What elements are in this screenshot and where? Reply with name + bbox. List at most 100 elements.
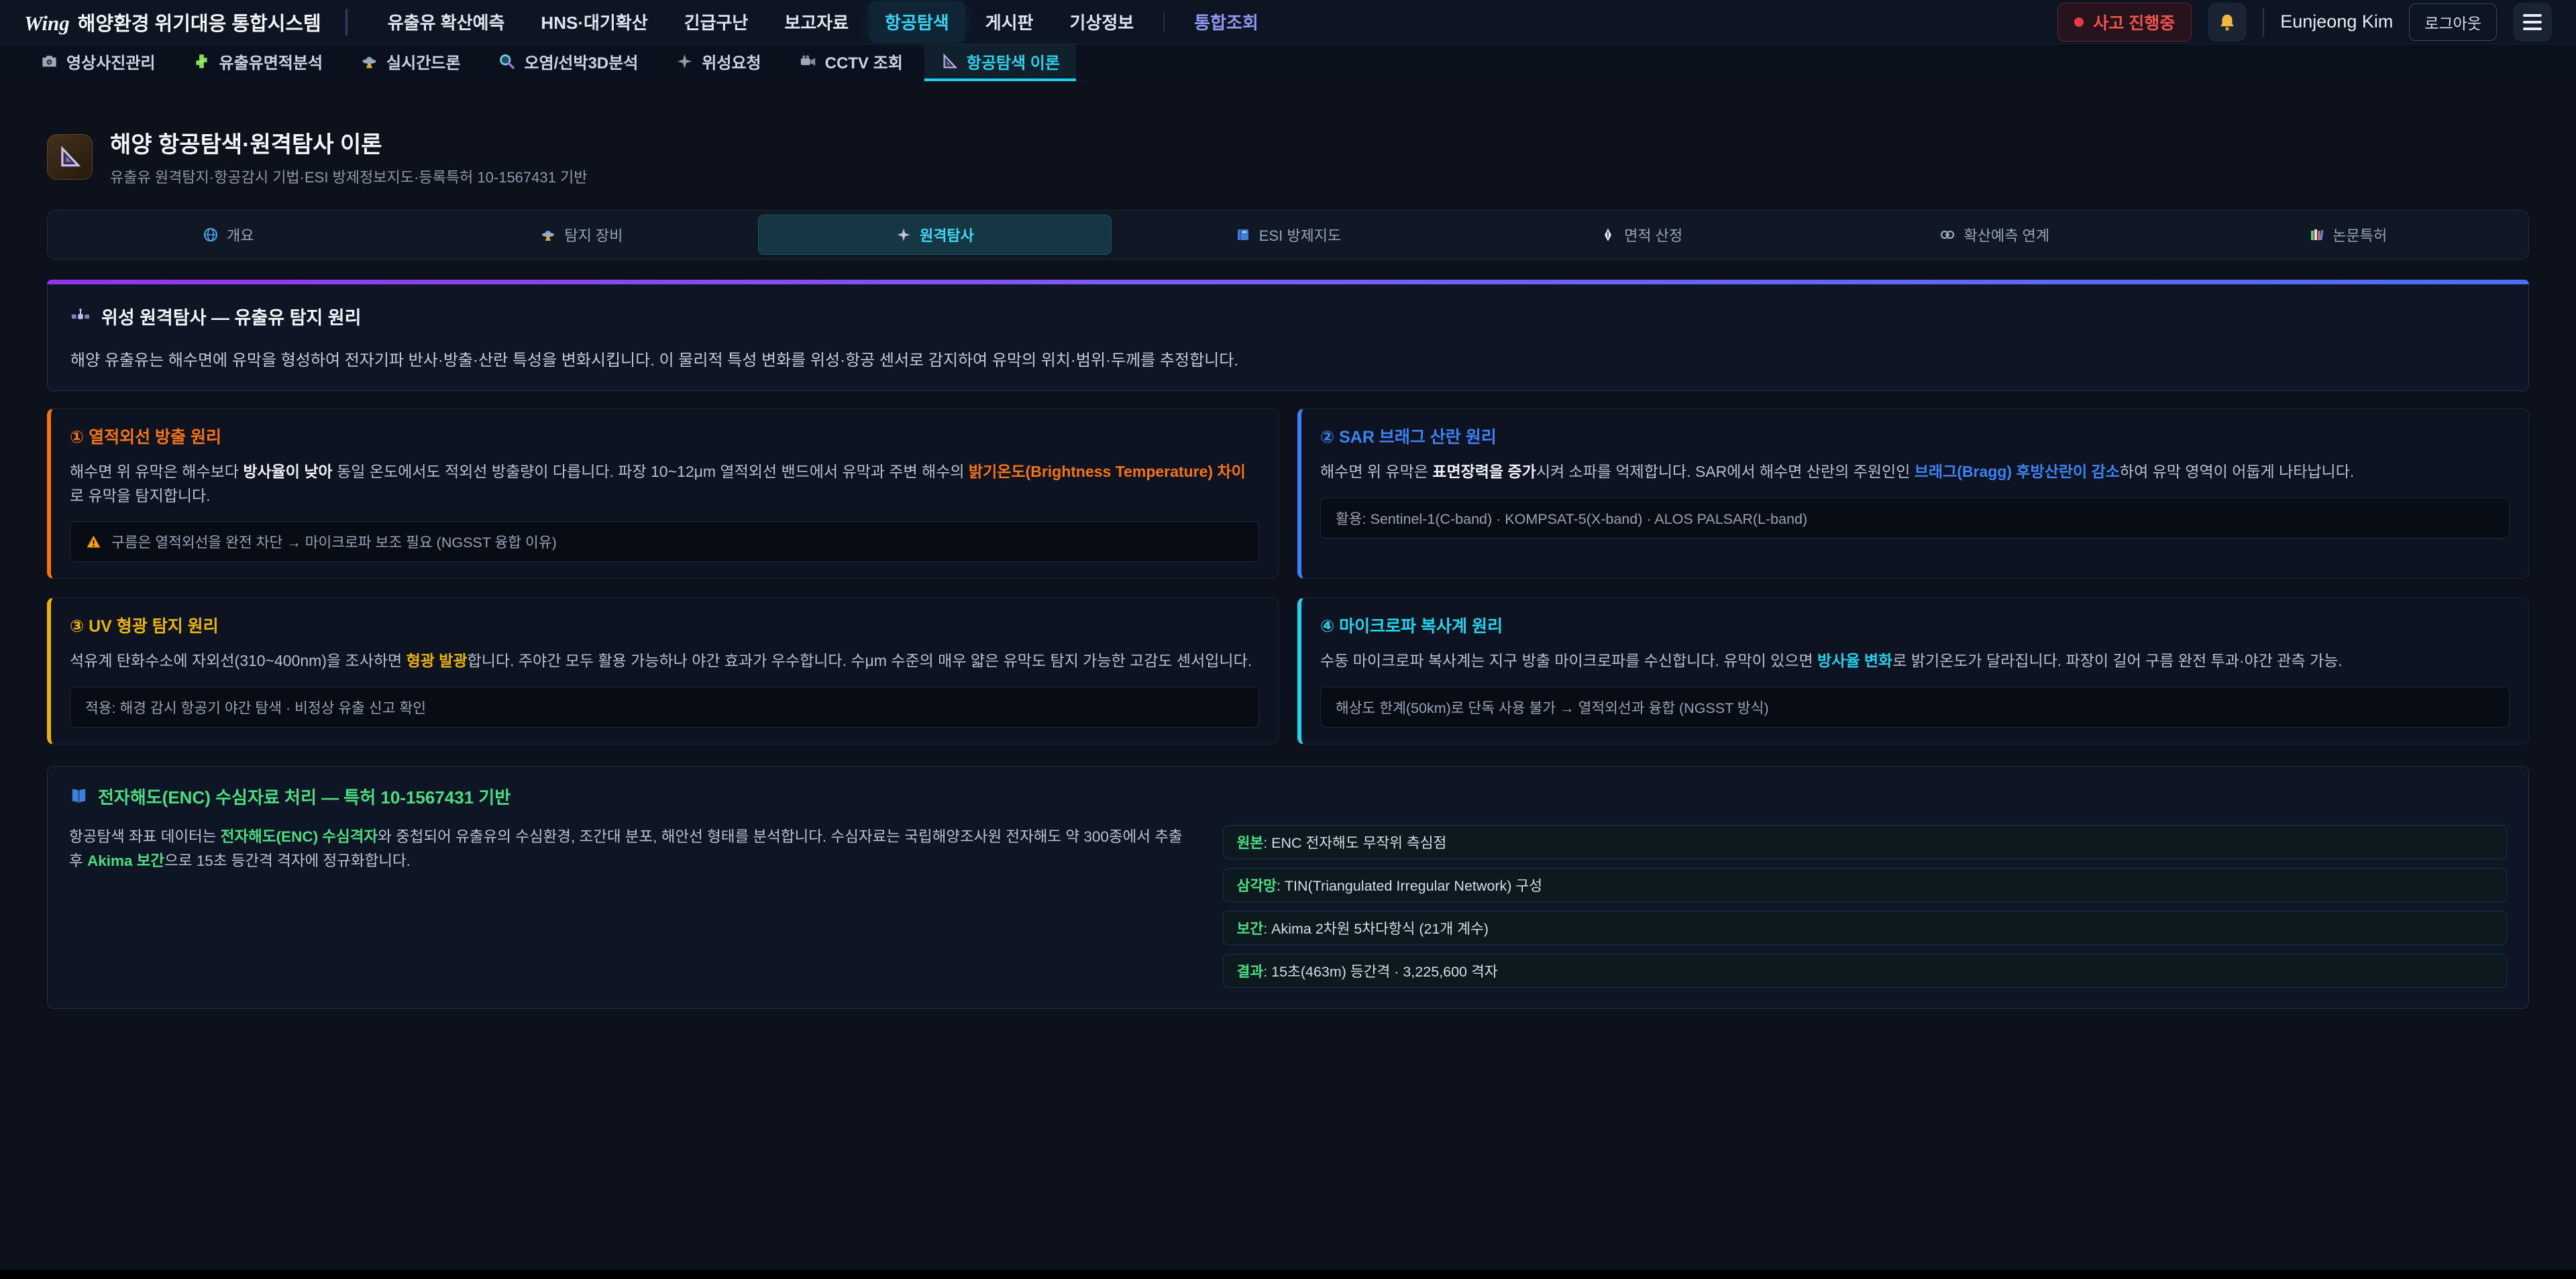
enc-row-interpolation: 보간: Akima 2차원 5차다항식 (21개 계수) [1223, 911, 2507, 945]
card-title: ② SAR 브래그 산란 원리 [1320, 424, 2510, 448]
app-logo: Wing 해양환경 위기대응 통합시스템 [24, 8, 321, 36]
enc-depth-data-section: 전자해도(ENC) 수심자료 처리 — 특허 10-1567431 기반 항공탐… [47, 766, 2529, 1009]
status-dot-icon [2074, 17, 2084, 27]
tab-area-calculation[interactable]: 면적 산정 [1464, 215, 1818, 255]
section-title-row: 위성 원격탐사 — 유출유 탐지 원리 [70, 303, 2506, 329]
magnifier-icon [498, 52, 516, 70]
tab-esi-map[interactable]: ESI 방제지도 [1112, 215, 1465, 255]
bottom-edge-strip [0, 1270, 2576, 1279]
tab-label: 면적 산정 [1624, 224, 1682, 245]
warning-icon [85, 533, 102, 550]
menu-item-board[interactable]: 게시판 [969, 1, 1050, 42]
topbar-right-group: 사고 진행중 Eunjeong Kim 로그아웃 [2057, 3, 2552, 42]
main-content: 해양 항공탐색·원격탐사 이론 유출유 원격탐지·항공감시 기법·ESI 방제정… [0, 82, 2576, 1009]
menu-item-hns-diffusion[interactable]: HNS·대기확산 [525, 1, 663, 42]
card-microwave-radiometer: ④ 마이크로파 복사계 원리 수동 마이크로파 복사계는 지구 방출 마이크로파… [1297, 598, 2529, 744]
card-title: ① 열적외선 방출 원리 [70, 424, 1259, 448]
logo-divider [345, 9, 347, 36]
logo-text: 해양환경 위기대응 통합시스템 [78, 8, 321, 36]
tab-label: 확산예측 연계 [1964, 224, 2049, 245]
subnav-label: 위성요청 [702, 50, 761, 73]
sub-navigation-bar: 영상사진관리 유출유면적분석 실시간드론 오염/선박3D분석 위성요청 [0, 44, 2576, 82]
menu-item-emergency-rescue[interactable]: 긴급구난 [668, 1, 765, 42]
incident-status-badge[interactable]: 사고 진행중 [2057, 3, 2192, 42]
logo-wing-mark: Wing [24, 11, 70, 36]
card-note-text: 적용: 해경 감시 항공기 야간 탐색 · 비정상 유출 신고 확인 [85, 697, 426, 718]
globe-icon [203, 227, 219, 243]
open-book-icon [69, 787, 89, 806]
card-uv-fluorescence: ③ UV 형광 탐지 원리 석유계 탄화수소에 자외선(310~400nm)을 … [47, 598, 1279, 744]
pen-icon [1600, 227, 1616, 243]
menu-item-aerial-search[interactable]: 항공탐색 [869, 1, 965, 42]
subnav-item-aerial-search-theory[interactable]: 항공탐색 이론 [924, 44, 1076, 81]
tab-diffusion-link[interactable]: 확산예측 연계 [1818, 215, 2171, 255]
menu-item-oil-spill-prediction[interactable]: 유출유 확산예측 [372, 1, 521, 42]
status-badge-label: 사고 진행중 [2093, 10, 2175, 34]
card-sar-bragg: ② SAR 브래그 산란 원리 해수면 위 유막은 표면장력을 증가시켜 소파를… [1297, 408, 2529, 579]
satellite-request-icon [676, 52, 694, 70]
card-note-text: 구름은 열적외선을 완전 차단 → 마이크로파 보조 필요 (NGSST 융합 … [111, 531, 557, 552]
topbar-divider [2263, 7, 2264, 37]
card-body: 수동 마이크로파 복사계는 지구 방출 마이크로파를 수신합니다. 유막이 있으… [1320, 649, 2510, 673]
camera-icon [40, 52, 58, 70]
set-square-icon [57, 144, 83, 170]
notification-button[interactable] [2208, 3, 2247, 42]
menu-item-integrated-search[interactable]: 통합조회 [1178, 1, 1275, 42]
subnav-label: 유출유면적분석 [219, 50, 323, 73]
subnav-item-cctv-view[interactable]: CCTV 조회 [783, 44, 919, 81]
section-title: 위성 원격탐사 — 유출유 탐지 원리 [101, 303, 361, 329]
card-body: 석유계 탄화수소에 자외선(310~400nm)을 조사하면 형광 발광합니다.… [70, 649, 1259, 673]
hamburger-icon [2523, 14, 2542, 30]
card-body: 해수면 위 유막은 해수보다 방사율이 낮아 동일 온도에서도 적외선 방출량이… [70, 460, 1259, 508]
subnav-label: 영상사진관리 [66, 50, 155, 73]
enc-row-source: 원본: ENC 전자해도 무작위 측심점 [1223, 825, 2507, 859]
menu-item-weather-info[interactable]: 기상정보 [1053, 1, 1150, 42]
subnav-item-image-photo-management[interactable]: 영상사진관리 [24, 44, 171, 81]
subnav-label: CCTV 조회 [825, 50, 903, 73]
app-root: Wing 해양환경 위기대응 통합시스템 유출유 확산예측 HNS·대기확산 긴… [0, 0, 2576, 1279]
section-intro: 해양 유출유는 해수면에 유막을 형성하여 전자기파 반사·방출·산란 특성을 … [70, 347, 2506, 370]
enc-body-text: 항공탐색 좌표 데이터는 전자해도(ENC) 수심격자와 중첩되어 유출유의 수… [69, 825, 1191, 873]
card-body: 해수면 위 유막은 표면장력을 증가시켜 소파를 억제합니다. SAR에서 해수… [1320, 460, 2510, 484]
tab-remote-sensing[interactable]: 원격탐사 [758, 215, 1112, 255]
menu-toggle-button[interactable] [2513, 3, 2552, 42]
menu-item-reports[interactable]: 보고자료 [768, 1, 865, 42]
enc-row-result: 결과: 15초(463m) 등간격 · 3,225,600 격자 [1223, 954, 2507, 988]
bell-icon [2217, 12, 2237, 32]
logout-button[interactable]: 로그아웃 [2409, 3, 2497, 41]
tab-overview[interactable]: 개요 [52, 215, 405, 255]
drone-icon [360, 52, 378, 70]
card-note-text: 해상도 한계(50km)로 단독 사용 불가 → 열적외선과 융합 (NGSST… [1336, 697, 1769, 718]
page-icon-box [47, 134, 93, 180]
subnav-item-satellite-request[interactable]: 위성요청 [659, 44, 777, 81]
cctv-icon [799, 52, 817, 70]
main-menu: 유출유 확산예측 HNS·대기확산 긴급구난 보고자료 항공탐색 게시판 기상정… [372, 1, 1275, 42]
tab-label: 원격탐사 [920, 224, 974, 245]
card-title: ③ UV 형광 탐지 원리 [70, 613, 1259, 637]
subnav-item-oil-area-analysis[interactable]: 유출유면적분석 [176, 44, 339, 81]
subnav-label: 실시간드론 [386, 50, 460, 73]
card-note: 구름은 열적외선을 완전 차단 → 마이크로파 보조 필요 (NGSST 융합 … [70, 521, 1259, 562]
page-title: 해양 항공탐색·원격탐사 이론 [110, 126, 587, 159]
tab-papers-patents[interactable]: 논문특허 [2171, 215, 2524, 255]
subnav-item-pollution-ship-3d[interactable]: 오염/선박3D분석 [482, 44, 654, 81]
theory-tab-bar: 개요 탐지 장비 원격탐사 ESI 방제지도 [47, 210, 2529, 260]
card-thermal-infrared: ① 열적외선 방출 원리 해수면 위 유막은 해수보다 방사율이 낮아 동일 온… [47, 408, 1279, 579]
page-subtitle: 유출유 원격탐지·항공감시 기법·ESI 방제정보지도·등록특허 10-1567… [110, 166, 587, 187]
subnav-item-realtime-drone[interactable]: 실시간드론 [344, 44, 476, 81]
subnav-label: 오염/선박3D분석 [524, 50, 638, 73]
sparkle-icon [896, 227, 912, 243]
books-icon [2308, 227, 2324, 243]
link-icon [1939, 227, 1955, 243]
card-note: 해상도 한계(50km)로 단독 사용 불가 → 열적외선과 융합 (NGSST… [1320, 687, 2510, 728]
remote-sensing-section: 위성 원격탐사 — 유출유 탐지 원리 해양 유출유는 해수면에 유막을 형성하… [47, 280, 2529, 391]
drone-icon [540, 227, 556, 243]
satellite-icon [70, 307, 91, 327]
tab-label: 개요 [227, 224, 254, 245]
tab-detection-equipment[interactable]: 탐지 장비 [405, 215, 759, 255]
enc-section-title: 전자해도(ENC) 수심자료 처리 — 특허 10-1567431 기반 [98, 784, 511, 809]
card-title: ④ 마이크로파 복사계 원리 [1320, 613, 2510, 637]
page-title-block: 해양 항공탐색·원격탐사 이론 유출유 원격탐지·항공감시 기법·ESI 방제정… [110, 126, 587, 187]
enc-content-row: 항공탐색 좌표 데이터는 전자해도(ENC) 수심격자와 중첩되어 유출유의 수… [69, 825, 2507, 988]
top-navigation-bar: Wing 해양환경 위기대응 통합시스템 유출유 확산예측 HNS·대기확산 긴… [0, 0, 2576, 44]
